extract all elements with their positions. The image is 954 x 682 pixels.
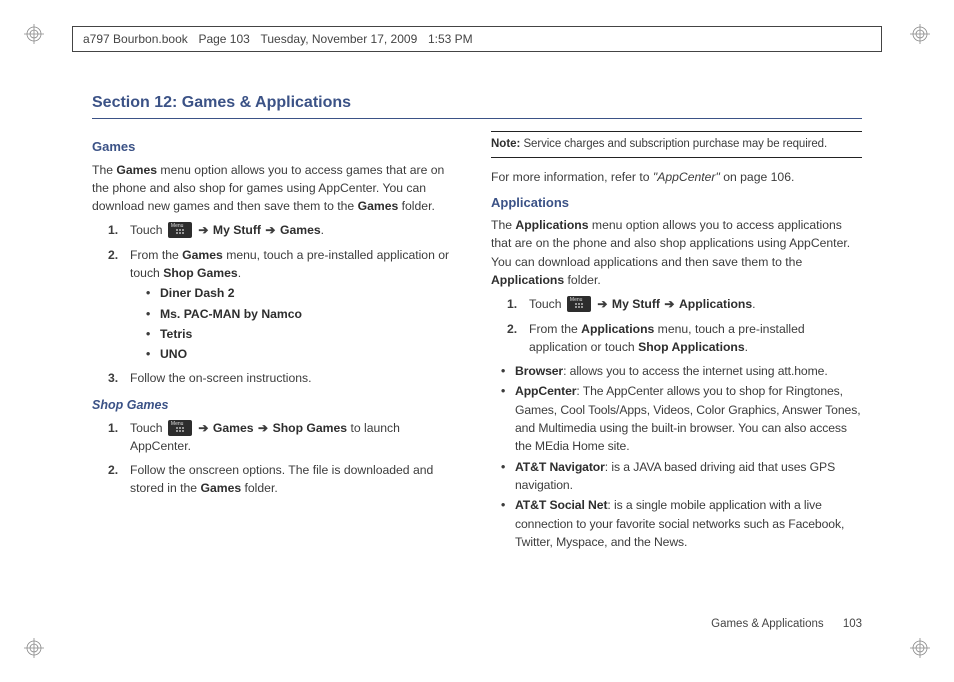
menu-button-icon [168,420,192,436]
apps-steps: 1. Touch ➔ My Stuff ➔ Applications. 2. F… [491,295,862,356]
list-item: AppCenter: The AppCenter allows you to s… [505,382,862,455]
more-info: For more information, refer to "AppCente… [491,168,862,186]
games-step-2: 2. From the Games menu, touch a pre-inst… [108,246,463,364]
menu-button-icon [567,296,591,312]
apps-intro: The Applications menu option allows you … [491,216,862,289]
print-header: a797 Bourbon.book Page 103 Tuesday, Nove… [72,26,882,52]
apps-step-1: 1. Touch ➔ My Stuff ➔ Applications. [507,295,862,313]
page-root: a797 Bourbon.book Page 103 Tuesday, Nove… [0,0,954,682]
shop-step-2: 2. Follow the onscreen options. The file… [108,461,463,498]
games-intro: The Games menu option allows you to acce… [92,161,463,216]
games-step-1: 1. Touch ➔ My Stuff ➔ Games. [108,221,463,239]
list-item: AT&T Navigator: is a JAVA based driving … [505,458,862,495]
title-rule [92,118,862,119]
games-steps: 1. Touch ➔ My Stuff ➔ Games. 2. From the… [92,221,463,387]
arrow-icon: ➔ [596,297,608,311]
arrow-icon: ➔ [264,223,276,237]
page-footer: Games & Applications 103 [711,618,862,630]
print-header-page: Page 103 [198,32,249,46]
heading-shop-games: Shop Games [92,396,463,415]
heading-games: Games [92,137,463,157]
columns: Games The Games menu option allows you t… [92,131,862,557]
shop-games-steps: 1. Touch ➔ Games ➔ Shop Games to launch … [92,419,463,498]
arrow-icon: ➔ [197,421,209,435]
footer-section: Games & Applications [711,618,824,630]
print-header-date: Tuesday, November 17, 2009 [261,32,418,46]
crop-mark-icon [24,638,44,658]
menu-button-icon [168,222,192,238]
heading-applications: Applications [491,193,862,213]
arrow-icon: ➔ [663,297,675,311]
apps-step-2: 2. From the Applications menu, touch a p… [507,320,862,357]
arrow-icon: ➔ [257,421,269,435]
crop-mark-icon [910,638,930,658]
footer-page-number: 103 [843,618,862,630]
list-item: UNO [150,345,463,363]
right-column: Note: Service charges and subscription p… [491,131,862,557]
list-item: Diner Dash 2 [150,284,463,302]
print-header-file: a797 Bourbon.book [83,32,188,46]
body-area: Section 12: Games & Applications Games T… [92,84,862,626]
section-title: Section 12: Games & Applications [92,94,862,112]
applications-list: Browser: allows you to access the intern… [491,362,862,551]
preinstalled-games-list: Diner Dash 2 Ms. PAC-MAN by Namco Tetris… [130,284,463,363]
left-column: Games The Games menu option allows you t… [92,131,463,557]
crop-mark-icon [24,24,44,44]
games-step-3: 3. Follow the on-screen instructions. [108,369,463,387]
note-box: Note: Service charges and subscription p… [491,131,862,158]
shop-step-1: 1. Touch ➔ Games ➔ Shop Games to launch … [108,419,463,456]
list-item: AT&T Social Net: is a single mobile appl… [505,496,862,551]
list-item: Tetris [150,325,463,343]
list-item: Ms. PAC-MAN by Namco [150,305,463,323]
crop-mark-icon [910,24,930,44]
list-item: Browser: allows you to access the intern… [505,362,862,380]
arrow-icon: ➔ [197,223,209,237]
print-header-time: 1:53 PM [428,32,473,46]
